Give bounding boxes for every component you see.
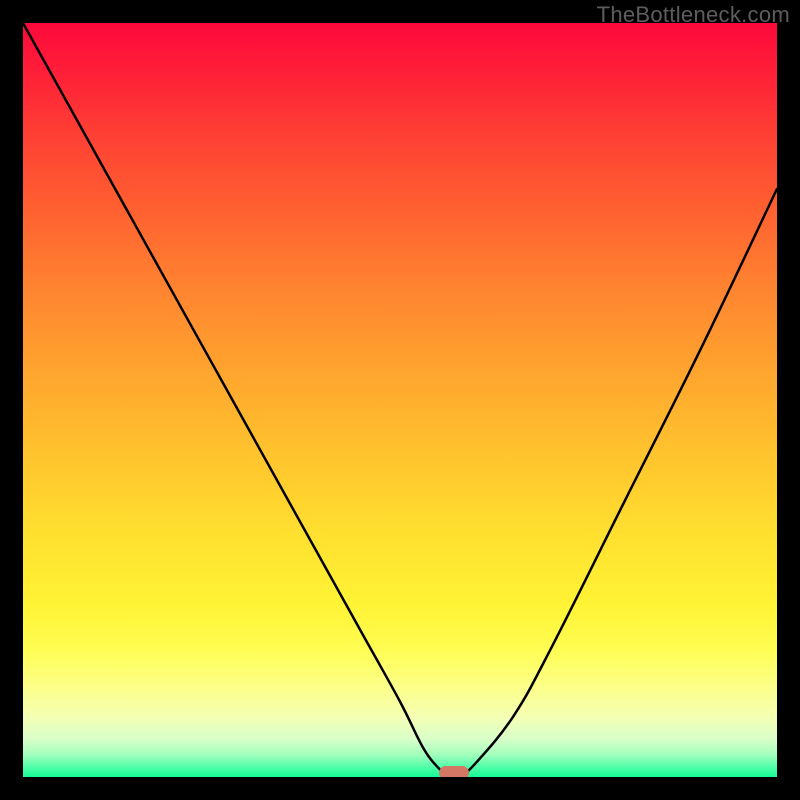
watermark-text: TheBottleneck.com [597,2,790,28]
optimum-marker [439,766,469,777]
plot-area [23,23,777,777]
curve-svg [23,23,777,777]
bottleneck-curve-path [23,23,777,777]
chart-frame: TheBottleneck.com [0,0,800,800]
